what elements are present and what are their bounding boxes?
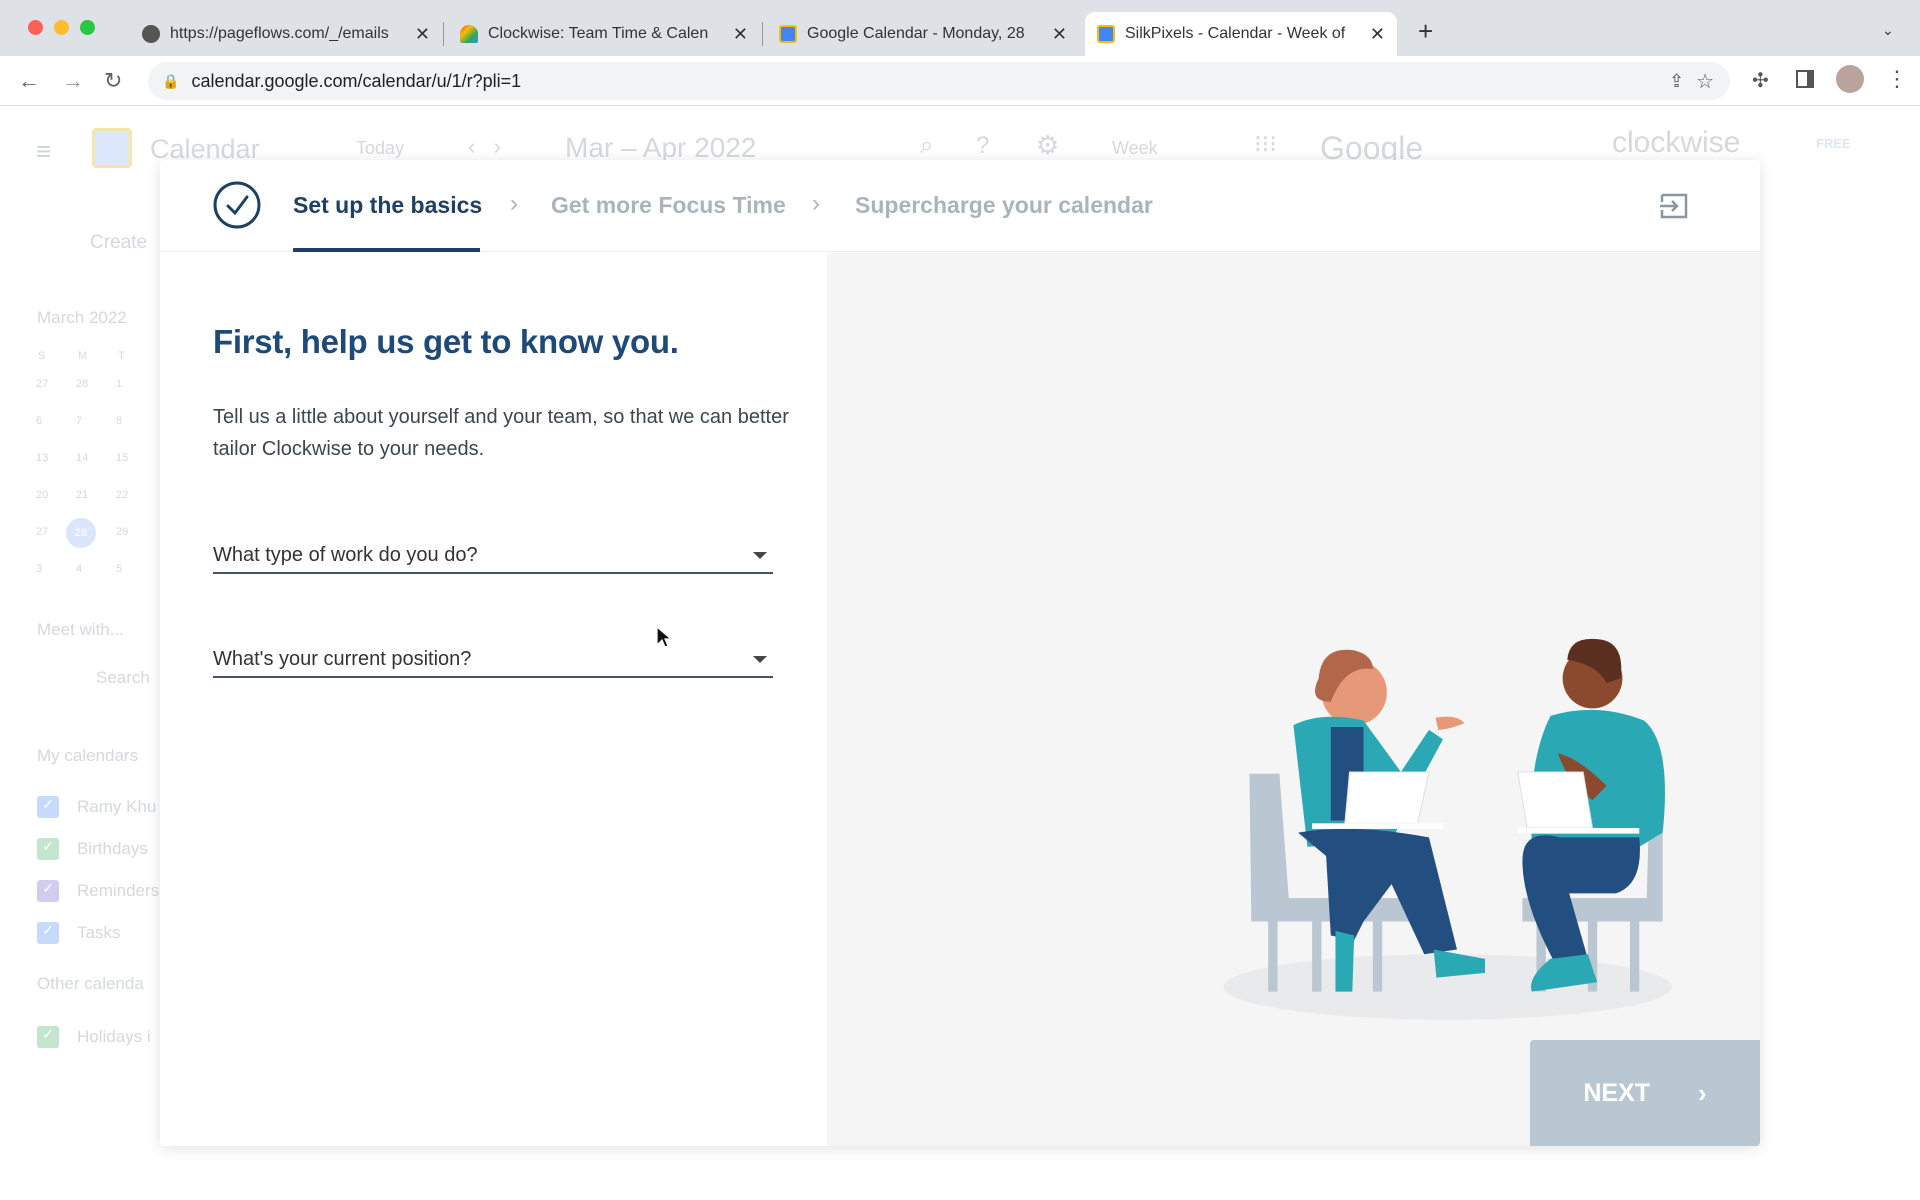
globe-icon [142, 25, 160, 43]
help-icon[interactable]: ? [976, 132, 989, 160]
tab-search-chevron-icon[interactable]: ⌄ [1882, 22, 1894, 39]
active-step-underline [293, 248, 480, 252]
chevron-right-icon: › [812, 190, 820, 217]
next-button[interactable]: NEXT › [1530, 1040, 1760, 1146]
browser-tab-active[interactable]: SilkPixels - Calendar - Week of ✕ [1085, 12, 1397, 56]
mini-calendar-day[interactable]: 5 [116, 563, 122, 575]
url-bar[interactable]: 🔒 calendar.google.com/calendar/u/1/r?pli… [148, 62, 1730, 100]
forward-button[interactable]: → [62, 68, 84, 94]
calendar-item[interactable]: ✓ Ramy Khu [37, 786, 159, 828]
chevron-right-icon: › [1698, 1077, 1707, 1108]
minimize-window-button[interactable] [54, 20, 69, 35]
checkbox-checked-icon[interactable]: ✓ [37, 922, 59, 944]
checkbox-checked-icon[interactable]: ✓ [37, 880, 59, 902]
search-people-input[interactable]: Search [96, 668, 150, 688]
mini-calendar-day[interactable]: 27 [36, 526, 48, 538]
weekday-label: M [78, 350, 88, 362]
main-menu-icon[interactable]: ≡ [36, 136, 51, 167]
checkbox-checked-icon[interactable]: ✓ [37, 838, 59, 860]
chevron-right-icon: › [510, 190, 518, 217]
browser-tab[interactable]: Clockwise: Team Time & Calen ✕ [448, 12, 760, 56]
mini-calendar-day[interactable]: 28 [66, 518, 96, 548]
calendar-list: ✓ Ramy Khu ✓ Birthdays ✓ Reminders ✓ Tasks [37, 786, 159, 954]
address-toolbar: ← → ↻ 🔒 calendar.google.com/calendar/u/1… [0, 56, 1920, 106]
clockwise-icon [460, 25, 478, 43]
google-calendar-icon [779, 25, 797, 43]
create-button[interactable]: Create [90, 232, 147, 254]
browser-tab-bar: https://pageflows.com/_/emails ✕ Clockwis… [0, 0, 1920, 56]
mini-calendar-day[interactable]: 1 [116, 378, 122, 390]
view-selector[interactable]: Week [1112, 138, 1158, 159]
close-tab-icon[interactable]: ✕ [733, 24, 748, 45]
calendar-logo-icon [92, 128, 132, 168]
close-tab-icon[interactable]: ✕ [1370, 24, 1385, 45]
reload-button[interactable]: ↻ [104, 68, 122, 94]
share-icon[interactable]: ⇪ [1669, 71, 1684, 92]
illustration-panel [827, 253, 1760, 1146]
close-window-button[interactable] [28, 20, 43, 35]
calendar-item[interactable]: ✓ Reminders [37, 870, 159, 912]
close-tab-icon[interactable]: ✕ [415, 24, 430, 45]
mini-calendar-day[interactable]: 29 [116, 526, 128, 538]
position-dropdown[interactable]: What's your current position? [213, 642, 773, 678]
search-icon[interactable]: ⌕ [920, 132, 933, 160]
dropdown-caret-icon [753, 655, 767, 663]
today-button[interactable]: Today [356, 138, 404, 159]
mini-calendar-day[interactable]: 3 [36, 563, 42, 575]
calendar-item[interactable]: ✓ Tasks [37, 912, 159, 954]
extensions-icon[interactable]: ✣ [1752, 68, 1769, 93]
side-panel-icon[interactable] [1796, 70, 1814, 88]
close-tab-icon[interactable]: ✕ [1052, 24, 1067, 45]
settings-gear-icon[interactable]: ⚙ [1036, 130, 1059, 161]
clockwise-onboarding-modal: Set up the basics › Get more Focus Time … [160, 160, 1760, 1146]
checkbox-checked-icon[interactable]: ✓ [37, 1026, 59, 1048]
step-set-up-basics[interactable]: Set up the basics [293, 192, 482, 219]
step-focus-time[interactable]: Get more Focus Time [551, 192, 786, 219]
apps-grid-icon[interactable]: ⁝⁝⁝ [1254, 130, 1277, 159]
mini-calendar-day[interactable]: 4 [76, 563, 82, 575]
mini-calendar-day[interactable]: 8 [116, 415, 122, 427]
form-panel: First, help us get to know you. Tell us … [160, 253, 827, 1146]
dropdown-caret-icon [753, 551, 767, 559]
other-calendar-list: ✓ Holidays i [37, 1016, 151, 1058]
form-description: Tell us a little about yourself and your… [213, 406, 789, 460]
bookmark-star-icon[interactable]: ☆ [1696, 69, 1714, 94]
browser-tab[interactable]: https://pageflows.com/_/emails ✕ [130, 12, 442, 56]
mini-calendar-day[interactable]: 21 [76, 489, 88, 501]
mini-calendar-day[interactable]: 7 [76, 415, 82, 427]
mouse-cursor [656, 626, 672, 648]
profile-avatar[interactable] [1836, 65, 1864, 93]
mini-calendar-day[interactable]: 22 [116, 489, 128, 501]
google-calendar-icon [1097, 25, 1115, 43]
mini-calendar-day[interactable]: 15 [116, 452, 128, 464]
mini-calendar-day[interactable]: 20 [36, 489, 48, 501]
browser-tab[interactable]: Google Calendar - Monday, 28 ✕ [767, 12, 1079, 56]
mini-calendar-day[interactable]: 27 [36, 378, 48, 390]
mini-calendar-day[interactable]: 13 [36, 452, 48, 464]
onboarding-stepper: Set up the basics › Get more Focus Time … [160, 160, 1760, 252]
step-supercharge[interactable]: Supercharge your calendar [855, 192, 1153, 219]
calendar-item[interactable]: ✓ Holidays i [37, 1016, 151, 1058]
mini-calendar-day[interactable]: 14 [76, 452, 88, 464]
weekday-label: T [118, 350, 125, 362]
mini-calendar-day[interactable]: 28 [76, 378, 88, 390]
form-title: First, help us get to know you. [213, 323, 679, 360]
prev-week-icon[interactable]: ‹ › [468, 134, 501, 160]
back-button[interactable]: ← [18, 68, 40, 94]
new-tab-button[interactable]: + [1418, 16, 1433, 47]
menu-kebab-icon[interactable]: ⋮ [1886, 66, 1908, 92]
work-type-dropdown[interactable]: What type of work do you do? [213, 538, 773, 574]
checkbox-checked-icon[interactable]: ✓ [37, 796, 59, 818]
mini-calendar-day[interactable]: 6 [36, 415, 42, 427]
maximize-window-button[interactable] [80, 20, 95, 35]
calendar-item[interactable]: ✓ Birthdays [37, 828, 159, 870]
lock-icon: 🔒 [162, 72, 180, 89]
two-people-talking-illustration [1223, 638, 1672, 1020]
step-complete-check-icon [213, 181, 261, 229]
weekday-label: S [38, 350, 46, 362]
exit-onboarding-icon[interactable] [1660, 193, 1688, 219]
